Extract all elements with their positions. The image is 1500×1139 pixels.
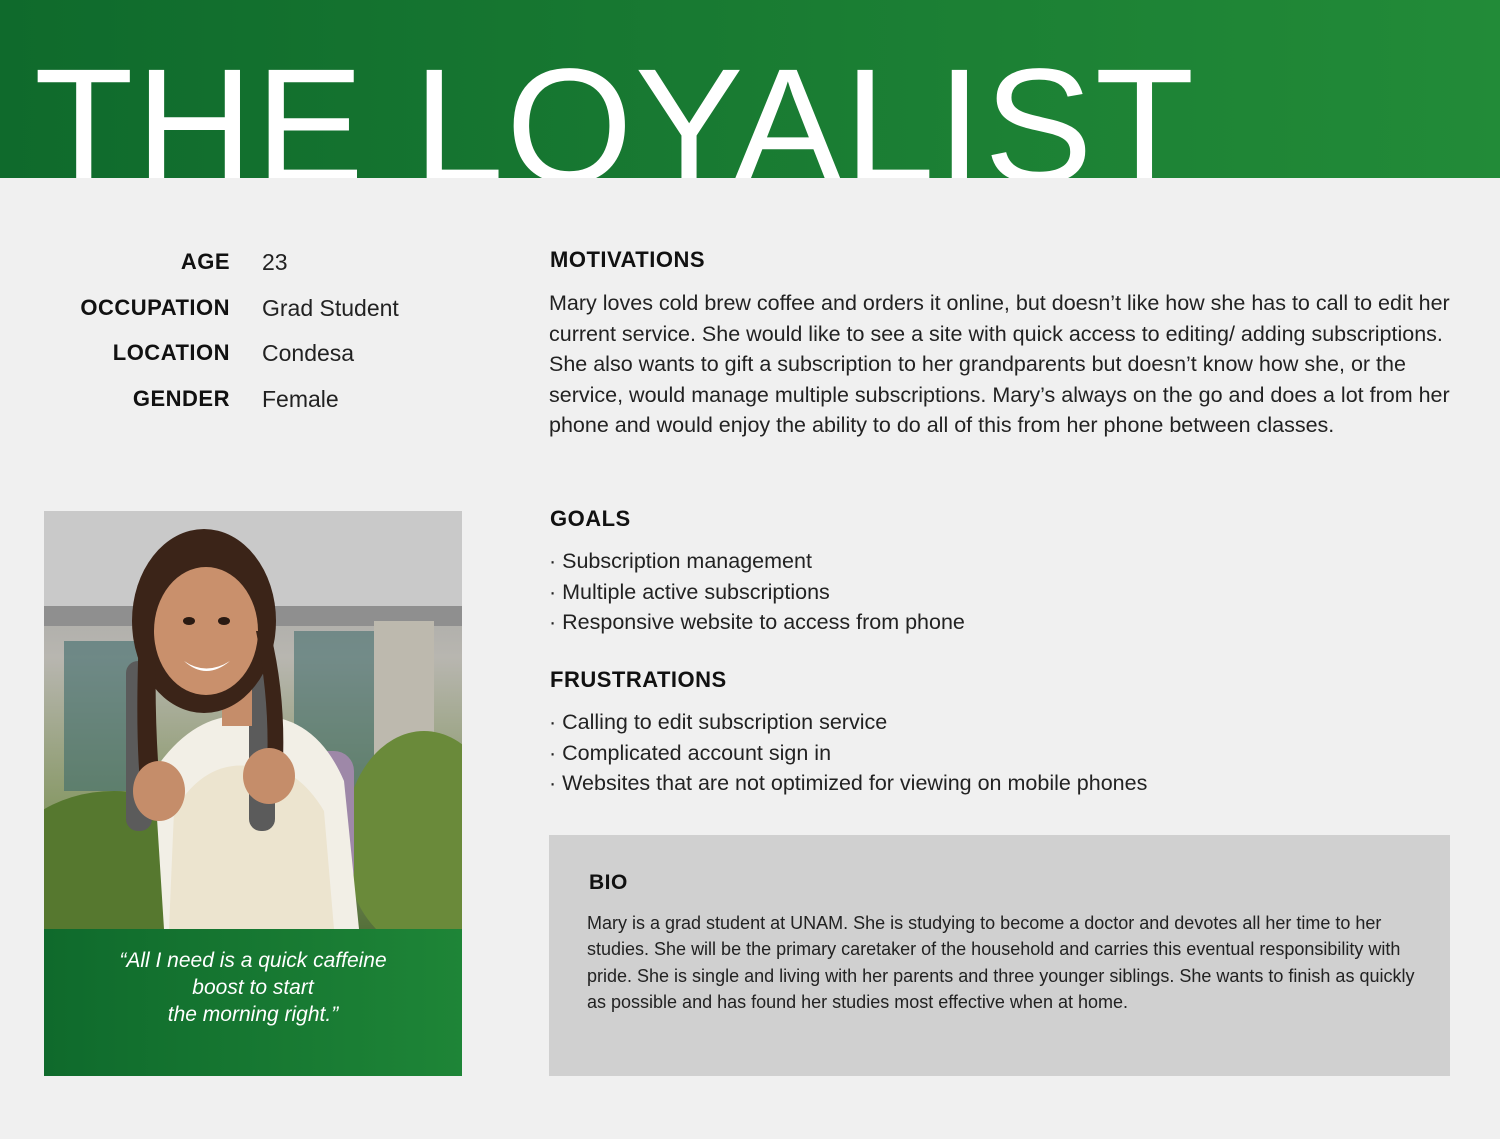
page-title: THE LOYALIST bbox=[34, 34, 1197, 178]
fact-label: LOCATION bbox=[112, 340, 230, 365]
list-item: · Calling to edit subscription service bbox=[549, 710, 888, 734]
header-banner: THE LOYALIST bbox=[0, 0, 1500, 178]
bio-heading: BIO bbox=[589, 871, 628, 894]
quote-line: the morning right.” bbox=[167, 1003, 339, 1026]
fact-row-occupation: OCCUPATION Grad Student bbox=[0, 295, 480, 331]
fact-value: Grad Student bbox=[262, 295, 399, 321]
list-item: · Multiple active subscriptions bbox=[549, 579, 830, 604]
motivations-text: Mary loves cold brew coffee and orders i… bbox=[549, 291, 1450, 437]
fact-label: AGE bbox=[180, 249, 230, 274]
list-item: · Websites that are not optimized for vi… bbox=[549, 771, 1148, 795]
quote-box: “All I need is a quick caffeine boost to… bbox=[44, 929, 462, 1076]
quote-line: boost to start bbox=[192, 976, 314, 999]
goals-heading: GOALS bbox=[550, 506, 631, 531]
list-item: · Subscription management bbox=[549, 549, 812, 573]
fact-value: Condesa bbox=[262, 340, 355, 366]
fact-row-gender: GENDER Female bbox=[0, 386, 480, 422]
fact-label: OCCUPATION bbox=[80, 295, 230, 320]
persona-photo bbox=[44, 511, 462, 929]
fact-row-age: AGE 23 bbox=[0, 249, 480, 285]
fact-value: Female bbox=[262, 386, 339, 412]
list-item: · Complicated account sign in bbox=[549, 740, 832, 765]
fact-row-location: LOCATION Condesa bbox=[0, 340, 480, 376]
bio-text: Mary is a grad student at UNAM. She is s… bbox=[587, 913, 1415, 1013]
fact-label: GENDER bbox=[132, 386, 230, 411]
motivations-heading: MOTIVATIONS bbox=[550, 247, 706, 272]
goals-list: · Subscription management · Multiple act… bbox=[549, 546, 1449, 638]
persona-quote: “All I need is a quick caffeine boost to… bbox=[64, 947, 442, 1028]
quote-line: “All I need is a quick caffeine bbox=[119, 949, 387, 972]
list-item: · Responsive website to access from phon… bbox=[549, 610, 965, 634]
bio-box: BIO Mary is a grad student at UNAM. She … bbox=[549, 835, 1450, 1076]
persona-photo-illustration bbox=[44, 511, 462, 929]
frustrations-heading: FRUSTRATIONS bbox=[550, 667, 727, 692]
fact-value: 23 bbox=[262, 249, 288, 275]
frustrations-list: · Calling to edit subscription service ·… bbox=[549, 707, 1449, 799]
